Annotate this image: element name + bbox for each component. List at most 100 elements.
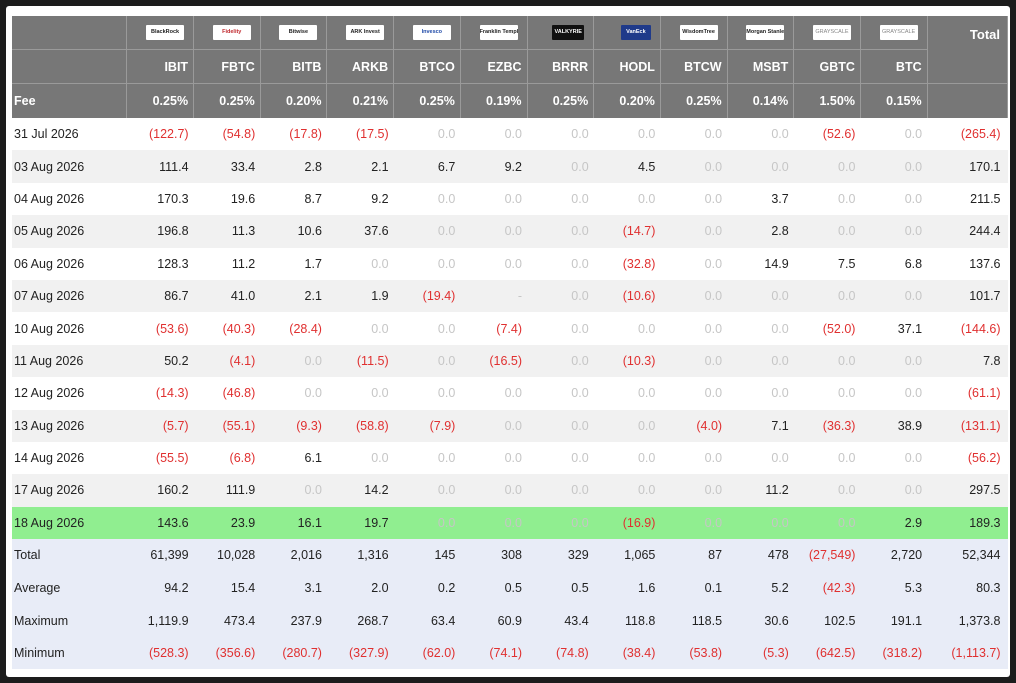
ticker-header-hodl[interactable]: HODL — [593, 49, 661, 84]
invesco-logo-icon: Invesco — [412, 25, 451, 41]
summary-cell: 102.5 — [793, 604, 861, 637]
flow-cell: 0.0 — [860, 279, 928, 313]
flow-cell: 0.0 — [460, 474, 527, 507]
summary-cell: 329 — [527, 539, 594, 572]
row-total-cell: 137.6 — [927, 247, 1008, 280]
summary-cell: 3.1 — [260, 571, 327, 605]
ticker-header-ibit[interactable]: IBIT — [126, 49, 195, 84]
ticker-header-arkb[interactable]: ARKB — [326, 49, 395, 84]
issuer-logo-cell: Invesco — [393, 16, 461, 50]
corner-cell — [12, 49, 128, 84]
flow-cell: (55.5) — [126, 441, 194, 475]
row-total-cell: 101.7 — [927, 279, 1008, 313]
issuer-logo-cell: GRAYSCALE — [793, 16, 861, 50]
flow-cell: 6.8 — [860, 247, 928, 280]
summary-cell: 63.4 — [393, 604, 461, 637]
flow-cell: 37.6 — [326, 215, 394, 248]
summary-cell: 61,399 — [126, 539, 194, 572]
summary-cell: (74.1) — [460, 636, 527, 670]
flow-cell: 50.2 — [126, 344, 194, 378]
ticker-header-gbtc[interactable]: GBTC — [793, 49, 861, 84]
grayscale-logo-icon: GRAYSCALE — [812, 25, 851, 41]
wisdomtree-logo-icon: WisdomTree — [679, 25, 718, 41]
row-total-cell: 170.1 — [927, 150, 1008, 183]
summary-cell: 2,720 — [860, 539, 928, 572]
issuer-logo-cell: ARK Invest — [326, 16, 395, 50]
summary-cell: (528.3) — [126, 636, 194, 670]
flow-cell: - — [460, 279, 527, 313]
date-cell: 13 Aug 2026 — [12, 409, 127, 442]
flow-cell: (122.7) — [126, 118, 194, 151]
summary-cell: (27,549) — [793, 539, 861, 572]
issuer-logo-cell: GRAYSCALE — [860, 16, 928, 50]
flow-cell: (4.0) — [660, 409, 728, 442]
summary-cell: 0.5 — [527, 571, 594, 605]
flow-cell: 0.0 — [660, 150, 728, 183]
flow-cell: 0.0 — [793, 150, 861, 183]
franklin-templeton-logo-icon: Franklin Templeton — [479, 25, 518, 41]
vaneck-logo-icon: VanEck — [620, 25, 651, 41]
flow-cell: 0.0 — [393, 247, 461, 280]
flow-cell: 0.0 — [326, 441, 394, 475]
issuer-logo-cell: VanEck — [593, 16, 661, 50]
fee-label: Fee — [12, 83, 128, 118]
flow-cell: 86.7 — [126, 279, 194, 313]
flow-cell: 0.0 — [527, 279, 594, 313]
summary-label: Maximum — [12, 604, 127, 637]
flow-cell: 0.0 — [660, 377, 728, 410]
flow-cell: 0.0 — [793, 441, 861, 475]
flow-cell: (14.3) — [126, 377, 194, 410]
flow-cell: 111.4 — [126, 150, 194, 183]
ticker-header-btc[interactable]: BTC — [860, 49, 928, 84]
ticker-header-ezbc[interactable]: EZBC — [460, 49, 528, 84]
summary-cell: 1,119.9 — [126, 604, 194, 637]
flow-cell: 1.9 — [326, 279, 394, 313]
fee-total-cell — [927, 83, 1009, 118]
ticker-header-btcw[interactable]: BTCW — [660, 49, 728, 84]
flow-cell: 0.0 — [393, 344, 461, 378]
ticker-row: IBIT FBTC BITB ARKB BTCO EZBC BRRR HODL BTCW MSBT… — [12, 49, 1008, 84]
flow-cell: 0.0 — [793, 279, 861, 313]
summary-cell: 268.7 — [326, 604, 394, 637]
flow-cell: 0.0 — [727, 279, 794, 313]
flow-cell: 0.0 — [527, 247, 594, 280]
flow-cell: 0.0 — [727, 506, 794, 540]
fee-cell: 0.25% — [660, 83, 728, 118]
table-row: 13 Aug 2026 (5.7) (55.1) (9.3) (58.8) (7.9) 0.… — [12, 409, 1008, 442]
flow-cell: 0.0 — [660, 312, 728, 345]
summary-total-cell: 1,373.8 — [927, 604, 1008, 637]
flow-cell: 0.0 — [860, 118, 928, 151]
flow-cell: (54.8) — [193, 118, 261, 151]
flow-cell: (58.8) — [326, 409, 394, 442]
summary-cell: (280.7) — [260, 636, 327, 670]
flow-cell: 0.0 — [593, 182, 661, 216]
fee-cell: 0.25% — [527, 83, 595, 118]
flow-cell: 0.0 — [460, 182, 527, 216]
date-cell: 04 Aug 2026 — [12, 182, 127, 216]
summary-cell: 473.4 — [193, 604, 261, 637]
flow-cell: 0.0 — [460, 215, 527, 248]
ticker-header-brrr[interactable]: BRRR — [527, 49, 595, 84]
flow-cell: 0.0 — [393, 441, 461, 475]
flow-cell: 0.0 — [660, 182, 728, 216]
flow-cell: 0.0 — [527, 215, 594, 248]
flow-cell: 37.1 — [860, 312, 928, 345]
ticker-header-fbtc[interactable]: FBTC — [193, 49, 261, 84]
flow-cell: (7.9) — [393, 409, 461, 442]
flow-cell: 0.0 — [527, 150, 594, 183]
flow-cell: 8.7 — [260, 182, 327, 216]
flow-cell: 11.2 — [727, 474, 794, 507]
ticker-header-msbt[interactable]: MSBT — [727, 49, 795, 84]
summary-cell: 1.6 — [593, 571, 661, 605]
flow-cell: 0.0 — [527, 118, 594, 151]
flow-cell: (9.3) — [260, 409, 327, 442]
date-cell: 06 Aug 2026 — [12, 247, 127, 280]
row-total-cell: (56.2) — [927, 441, 1008, 475]
summary-label: Average — [12, 571, 127, 605]
date-cell: 07 Aug 2026 — [12, 279, 127, 313]
table-row: 17 Aug 2026 160.2 111.9 0.0 14.2 0.0 0.0 0.0 0.0… — [12, 474, 1008, 507]
ticker-header-btco[interactable]: BTCO — [393, 49, 461, 84]
ticker-header-bitb[interactable]: BITB — [260, 49, 328, 84]
flow-cell: 0.0 — [393, 312, 461, 345]
issuer-logo-cell: WisdomTree — [660, 16, 728, 50]
